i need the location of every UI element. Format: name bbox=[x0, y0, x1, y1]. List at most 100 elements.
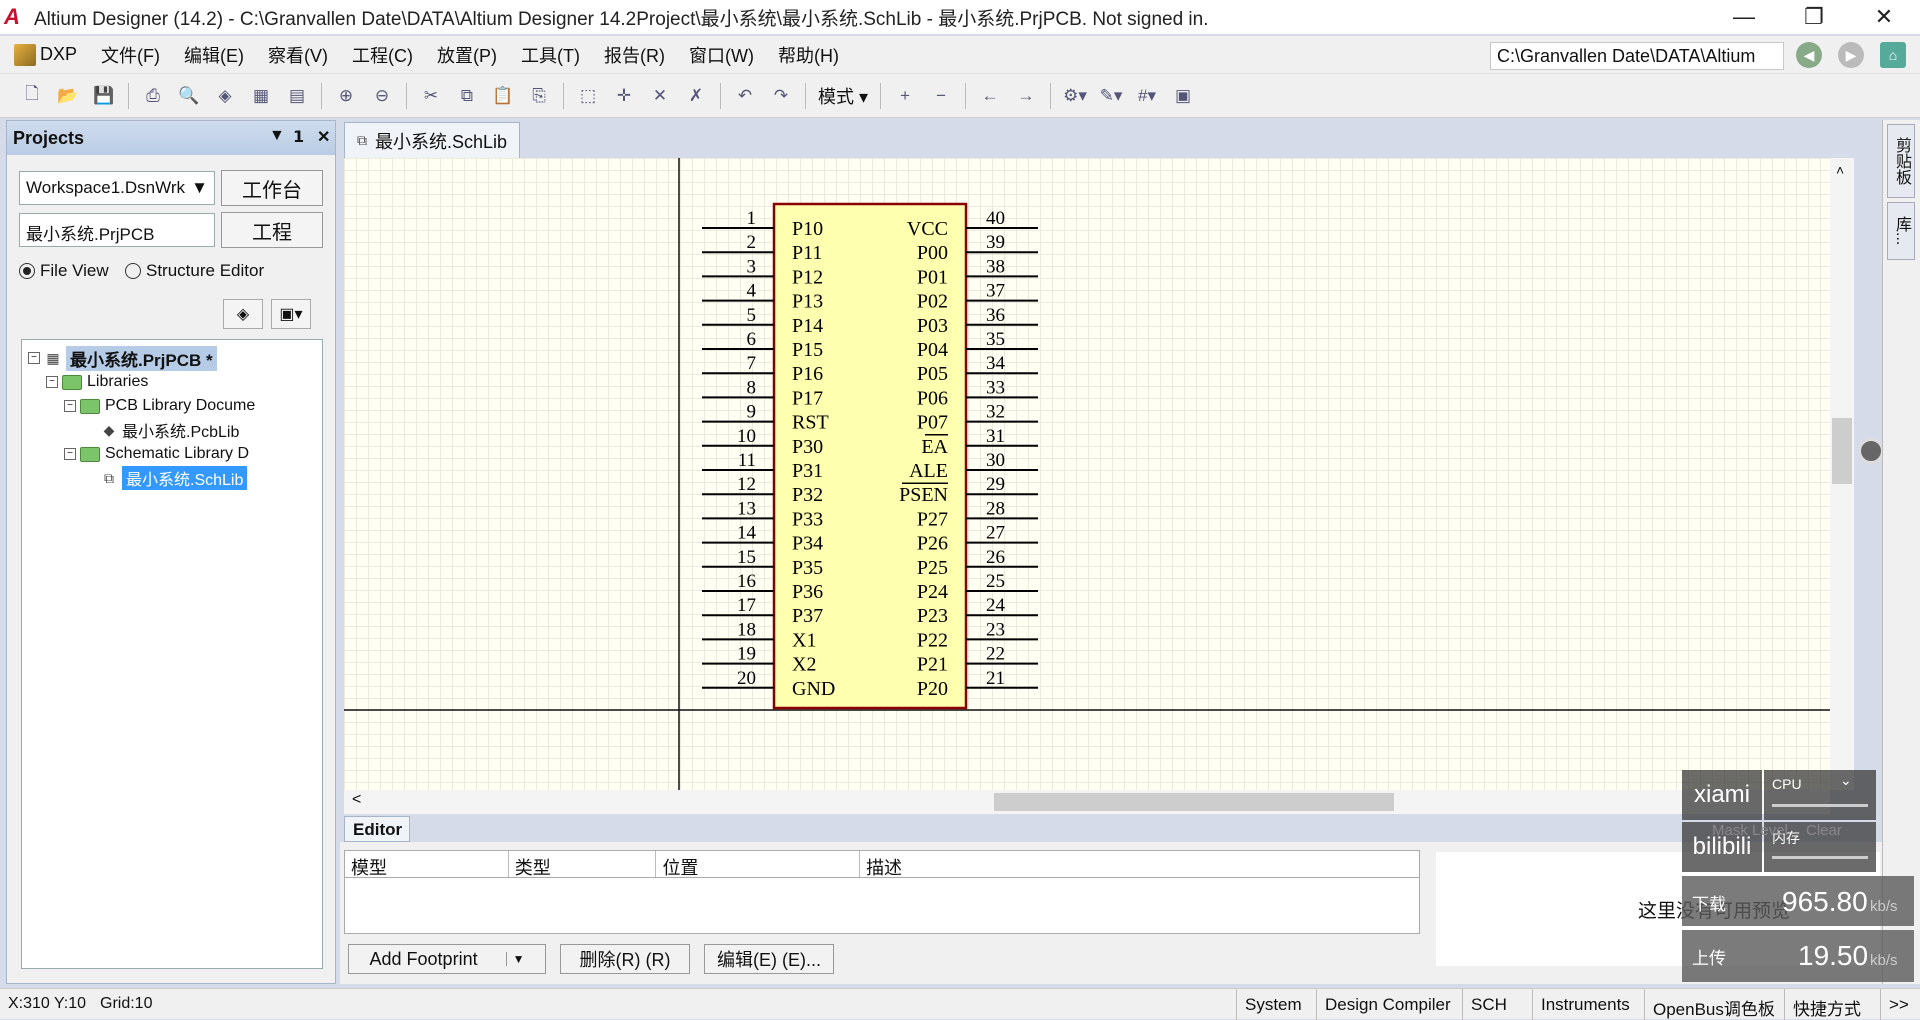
ieee-symbols-icon[interactable]: ⚙▾ bbox=[1061, 82, 1089, 110]
pin-icon[interactable]: 𝟭 bbox=[293, 127, 304, 147]
column-type[interactable]: 类型 bbox=[509, 851, 657, 878]
tree-item-sch-folder[interactable]: − Schematic Library D bbox=[64, 442, 249, 466]
menu-place[interactable]: 放置(P) bbox=[425, 42, 509, 68]
forward-icon[interactable]: ▶ bbox=[1838, 42, 1864, 68]
tree-item-schlib[interactable]: ⧉ 最小系统.SchLib bbox=[100, 466, 248, 490]
model-grid-body[interactable] bbox=[344, 878, 1420, 934]
back-icon[interactable]: ◀ bbox=[1796, 42, 1822, 68]
status-tab-sch[interactable]: SCH bbox=[1462, 989, 1515, 1020]
remove-part-icon[interactable]: − bbox=[927, 82, 955, 110]
chevron-down-icon[interactable]: ▼ bbox=[505, 952, 524, 966]
tree-item-pcb-folder[interactable]: − PCB Library Docume bbox=[64, 394, 255, 418]
status-tab-design-compiler[interactable]: Design Compiler bbox=[1316, 989, 1459, 1020]
menu-dxp[interactable]: DXP bbox=[0, 43, 89, 66]
copy-icon[interactable]: ⧉ bbox=[453, 82, 481, 110]
editor-tab[interactable]: Editor bbox=[344, 816, 410, 842]
board-icon[interactable]: ▦ bbox=[247, 82, 275, 110]
menu-tools[interactable]: 工具(T) bbox=[509, 42, 592, 68]
move-icon[interactable]: ✛ bbox=[610, 82, 638, 110]
project-button[interactable]: 工程 bbox=[221, 212, 323, 248]
model-manager-icon[interactable]: ▣ bbox=[1169, 82, 1197, 110]
drawing-tools-icon[interactable]: ✎▾ bbox=[1097, 82, 1125, 110]
folder-icon[interactable]: ▤ bbox=[283, 82, 311, 110]
status-more-tabs[interactable]: >> bbox=[1880, 989, 1917, 1020]
pin-name: P24 bbox=[917, 581, 948, 603]
project-options-icon[interactable]: ▣▾ bbox=[271, 299, 311, 329]
rubber-stamp-icon[interactable]: ⎘ bbox=[525, 82, 553, 110]
menu-file[interactable]: 文件(F) bbox=[89, 42, 172, 68]
edit-button[interactable]: 编辑(E) (E)... bbox=[704, 944, 834, 974]
zoom-in-icon[interactable]: ⊕ bbox=[332, 82, 360, 110]
menu-help[interactable]: 帮助(H) bbox=[766, 42, 851, 68]
menu-reports[interactable]: 报告(R) bbox=[592, 42, 677, 68]
xiami-widget[interactable]: xiami bbox=[1682, 770, 1762, 820]
menu-view[interactable]: 察看(V) bbox=[256, 42, 340, 68]
tab-schlib[interactable]: ⧉ 最小系统.SchLib bbox=[344, 122, 520, 158]
workspace-button[interactable]: 工作台 bbox=[221, 170, 323, 206]
prev-part-icon[interactable]: ← bbox=[976, 82, 1004, 110]
status-tab-instruments[interactable]: Instruments bbox=[1532, 989, 1638, 1020]
pin-name: P34 bbox=[792, 533, 823, 555]
menu-edit[interactable]: 编辑(E) bbox=[172, 42, 256, 68]
projects-panel: Projects ▼ 𝟭 ✕ Workspace1.DsnWrk ▼ 工作台 最小… bbox=[6, 120, 336, 984]
delete-button[interactable]: 删除(R) (R) bbox=[560, 944, 690, 974]
status-tab-shortcuts[interactable]: 快捷方式 bbox=[1784, 989, 1869, 1020]
add-part-icon[interactable]: + bbox=[891, 82, 919, 110]
print-icon[interactable]: ⎙ bbox=[139, 82, 167, 110]
panel-close-icon[interactable]: ✕ bbox=[317, 127, 330, 147]
tab-libraries[interactable]: 库... bbox=[1887, 202, 1915, 260]
horizontal-scroll-thumb[interactable] bbox=[994, 793, 1394, 811]
select-area-icon[interactable]: ⬚ bbox=[574, 82, 602, 110]
close-button[interactable]: ✕ bbox=[1852, 0, 1916, 34]
tree-item-pcblib[interactable]: ◆ 最小系统.PcbLib bbox=[100, 418, 240, 442]
add-footprint-button[interactable]: Add Footprint ▼ bbox=[348, 944, 546, 974]
file-view-radio[interactable]: File View bbox=[19, 261, 109, 281]
column-location[interactable]: 位置 bbox=[656, 851, 861, 878]
column-model[interactable]: 模型 bbox=[345, 851, 509, 878]
clear-label[interactable]: Clear bbox=[1806, 822, 1842, 839]
grid-icon[interactable]: #▾ bbox=[1133, 82, 1161, 110]
column-description[interactable]: 描述 bbox=[860, 851, 1419, 878]
panel-menu-icon[interactable]: ▼ bbox=[269, 127, 285, 145]
compile-icon[interactable]: ◈ bbox=[223, 299, 263, 329]
path-combo[interactable]: C:\Granvallen Date\DATA\Altium bbox=[1490, 42, 1784, 70]
tab-clipboard[interactable]: 剪贴板 bbox=[1887, 124, 1915, 198]
undo-icon[interactable]: ↶ bbox=[731, 82, 759, 110]
new-icon[interactable]: 🗋 bbox=[18, 82, 46, 110]
menu-window[interactable]: 窗口(W) bbox=[677, 42, 766, 68]
print-preview-icon[interactable]: 🔍 bbox=[175, 82, 203, 110]
menu-project[interactable]: 工程(C) bbox=[340, 42, 425, 68]
home-icon[interactable]: ⌂ bbox=[1880, 42, 1906, 68]
project-combo[interactable]: 最小系统.PrjPCB bbox=[19, 213, 215, 247]
next-part-icon[interactable]: → bbox=[1012, 82, 1040, 110]
status-tab-openbus[interactable]: OpenBus调色板 bbox=[1644, 989, 1783, 1020]
structure-editor-radio[interactable]: Structure Editor bbox=[125, 261, 264, 281]
layers-icon[interactable]: ◈ bbox=[211, 82, 239, 110]
scroll-up-icon[interactable]: ˄ bbox=[1836, 162, 1844, 178]
cpu-slider[interactable] bbox=[1772, 804, 1868, 807]
cross-select-icon[interactable]: ✕ bbox=[646, 82, 674, 110]
toolbar-separator bbox=[965, 82, 967, 109]
horizontal-scrollbar[interactable]: < bbox=[344, 790, 1830, 814]
vertical-scrollbar[interactable]: ˄ bbox=[1830, 158, 1854, 790]
chevron-down-icon[interactable]: ⌄ bbox=[1840, 772, 1852, 789]
status-tab-system[interactable]: System bbox=[1236, 989, 1310, 1020]
memory-slider[interactable] bbox=[1772, 856, 1868, 859]
mode-dropdown[interactable]: 模式 ▾ bbox=[812, 83, 874, 109]
workspace-combo[interactable]: Workspace1.DsnWrk ▼ bbox=[19, 171, 215, 205]
vertical-scroll-thumb[interactable] bbox=[1832, 418, 1852, 484]
zoom-out-icon[interactable]: ⊖ bbox=[368, 82, 396, 110]
paste-icon[interactable]: 📋 bbox=[489, 82, 517, 110]
minimize-button[interactable]: — bbox=[1712, 0, 1776, 34]
save-icon[interactable]: 💾 bbox=[90, 82, 118, 110]
cut-icon[interactable]: ✂ bbox=[417, 82, 445, 110]
open-icon[interactable]: 📂 bbox=[54, 82, 82, 110]
redo-icon[interactable]: ↷ bbox=[767, 82, 795, 110]
schematic-canvas[interactable]: 1 P10 2 P11 3 P12 4 P13 5 P14 6 P15 7 P16 8 P17 9 RST 10 P3… bbox=[344, 158, 1830, 790]
tree-item-project[interactable]: − ▦ 最小系统.PrjPCB * bbox=[28, 345, 217, 371]
deselect-icon[interactable]: ✗ bbox=[682, 82, 710, 110]
scroll-left-icon[interactable]: < bbox=[352, 791, 361, 809]
tree-item-libraries[interactable]: − Libraries bbox=[46, 370, 148, 394]
floating-ball-icon[interactable] bbox=[1858, 438, 1884, 464]
restore-button[interactable]: ❐ bbox=[1782, 0, 1846, 34]
